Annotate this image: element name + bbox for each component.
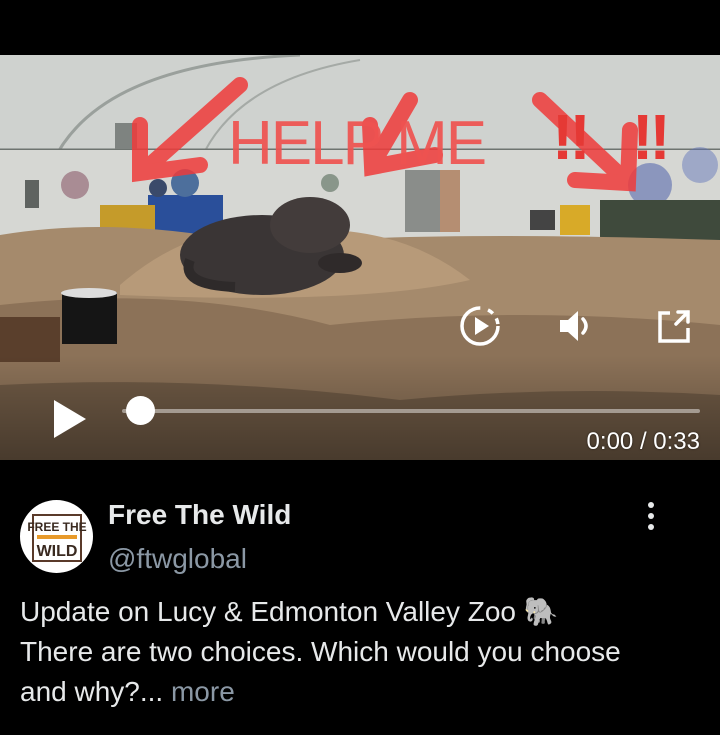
video-player[interactable]: HELP ME ‼ ‼ 0:00 / 0:33 xyxy=(0,55,720,460)
logo-text-bottom: WILD xyxy=(36,543,77,560)
more-vertical-icon[interactable] xyxy=(636,498,666,534)
progress-bar[interactable] xyxy=(122,409,700,413)
logo-text-top: FREE THE xyxy=(27,520,86,534)
user-handle[interactable]: @ftwglobal xyxy=(108,543,247,575)
page: HELP ME ‼ ‼ 0:00 / 0:33 FREE THE WILD Fr… xyxy=(0,0,720,735)
volume-icon[interactable] xyxy=(554,302,598,350)
post-text-line-2: There are two choices. Which would you c… xyxy=(20,636,621,667)
display-name[interactable]: Free The Wild xyxy=(108,499,291,531)
duration: 0:33 xyxy=(653,428,700,455)
exclamation-mark-2: ‼ xyxy=(632,101,671,173)
video-overlay-caption: HELP ME xyxy=(228,109,487,178)
post-text: Update on Lucy & Edmonton Valley Zoo 🐘 T… xyxy=(20,592,710,712)
play-icon[interactable] xyxy=(44,395,92,443)
more-link[interactable]: more xyxy=(171,676,235,707)
post-text-line-3: and why?... more xyxy=(20,672,710,712)
current-time: 0:00 xyxy=(586,428,634,455)
progress-scrubber[interactable] xyxy=(126,396,155,425)
post-text-line-1: Update on Lucy & Edmonton Valley Zoo 🐘 xyxy=(20,596,559,627)
time-separator: / xyxy=(639,428,647,455)
post-text-line-3-text: and why?... xyxy=(20,676,164,707)
free-the-wild-logo: FREE THE WILD xyxy=(27,513,86,562)
video-time: 0:00 / 0:33 xyxy=(587,428,700,456)
expand-icon[interactable] xyxy=(652,302,696,350)
replay-icon[interactable] xyxy=(456,302,504,350)
exclamation-mark-1: ‼ xyxy=(552,101,591,173)
avatar[interactable]: FREE THE WILD xyxy=(20,500,93,573)
